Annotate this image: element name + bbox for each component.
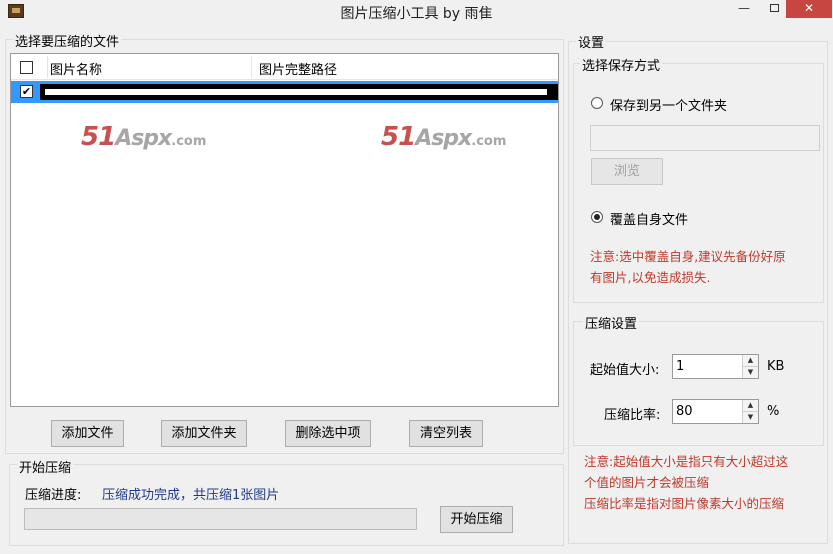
status-text: 压缩成功完成，共压缩1张图片 (102, 488, 280, 503)
minimize-icon: — (738, 1, 750, 15)
ratio-value[interactable]: 80 (676, 404, 693, 419)
add-file-button[interactable]: 添加文件 (51, 420, 124, 447)
close-icon: ✕ (803, 1, 815, 15)
close-button[interactable]: ✕ (786, 0, 832, 18)
maximize-button[interactable] (760, 0, 788, 18)
min-size-label: 起始值大小: (590, 363, 660, 378)
compression-note: 注意:起始值大小是指只有大小超过这 个值的图片才会被压缩 压缩比率是指对图片像素… (584, 454, 789, 511)
stepper-up-icon[interactable]: ▲ (743, 355, 758, 367)
delete-selected-button[interactable]: 删除选中项 (285, 420, 371, 447)
row-checkbox[interactable]: ✔ (20, 85, 33, 98)
compress-group (9, 464, 564, 546)
check-icon: ✔ (21, 85, 32, 98)
progress-label: 压缩进度: (25, 488, 82, 503)
save-to-folder-radio[interactable] (591, 97, 603, 109)
file-list[interactable]: 图片名称 图片完整路径 ✔ 51Aspx.com 51Aspx.com (10, 53, 559, 407)
redacted-cell (40, 84, 558, 100)
settings-title: 设置 (576, 32, 607, 51)
browse-button[interactable]: 浏览 (591, 158, 663, 185)
min-size-unit: KB (767, 359, 785, 374)
folder-path-input[interactable] (590, 125, 820, 151)
stepper-down-icon[interactable]: ▼ (743, 366, 758, 378)
min-size-stepper[interactable]: 1 ▲ ▼ (672, 354, 759, 379)
select-all-checkbox[interactable] (20, 61, 33, 74)
compression-settings-title: 压缩设置 (583, 313, 640, 332)
clear-list-button[interactable]: 清空列表 (409, 420, 483, 447)
title-bar: 图片压缩小工具 by 雨隹 — ✕ (0, 0, 833, 24)
file-list-header: 图片名称 图片完整路径 (11, 54, 558, 80)
start-compress-button[interactable]: 开始压缩 (440, 506, 513, 533)
overwrite-label[interactable]: 覆盖自身文件 (610, 209, 688, 228)
stepper-down-icon[interactable]: ▼ (743, 411, 758, 423)
watermark-logo: 51Aspx.com (81, 122, 207, 152)
column-header-name[interactable]: 图片名称 (50, 59, 102, 78)
ratio-label: 压缩比率: (604, 408, 661, 423)
progress-bar (24, 508, 417, 530)
stepper-up-icon[interactable]: ▲ (743, 400, 758, 412)
files-group-title: 选择要压缩的文件 (13, 31, 122, 50)
add-folder-button[interactable]: 添加文件夹 (161, 420, 247, 447)
minimize-button[interactable]: — (730, 0, 758, 18)
min-size-value[interactable]: 1 (676, 359, 684, 374)
watermark-logo: 51Aspx.com (381, 122, 507, 152)
save-to-folder-label[interactable]: 保存到另一个文件夹 (610, 95, 727, 114)
save-mode-title: 选择保存方式 (580, 55, 663, 74)
column-header-path[interactable]: 图片完整路径 (259, 59, 337, 78)
ratio-stepper[interactable]: 80 ▲ ▼ (672, 399, 759, 424)
compression-settings-group (573, 321, 824, 446)
overwrite-radio[interactable] (591, 211, 603, 223)
file-row[interactable]: ✔ (11, 81, 558, 103)
overwrite-warning: 注意:选中覆盖自身,建议先备份好原 有图片,以免造成损失. (590, 249, 786, 285)
maximize-icon (769, 4, 779, 12)
window-title: 图片压缩小工具 by 雨隹 (340, 6, 493, 22)
compress-group-title: 开始压缩 (17, 457, 74, 476)
ratio-unit: % (767, 404, 780, 419)
